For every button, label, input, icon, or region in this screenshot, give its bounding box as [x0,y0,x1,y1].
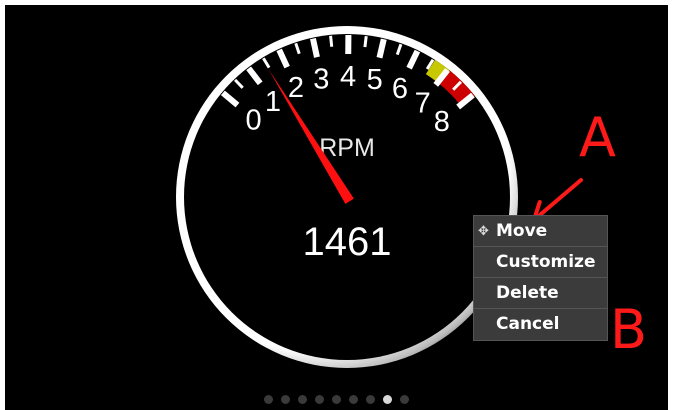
app-screen: 012345678 RPM 1461 ✥ Move Customize Dele… [5,5,668,410]
page-dot[interactable] [400,395,409,404]
rpm-gauge: 01 2 3 4 5 6 78 RPM 1461 [176,26,600,368]
context-menu: ✥ Move Customize Delete Cancel [473,215,608,341]
page-dot[interactable] [349,395,358,404]
gauge-scale-label: 0 [245,105,261,137]
gauge-scale-label: 5 [367,64,383,96]
gauge-scale-label: 4 [340,61,356,93]
menu-item-label: Move [496,221,548,241]
menu-item-label: Cancel [496,314,560,334]
gauge-scale-label: 2 [288,72,304,104]
page-dot[interactable] [298,395,307,404]
gauge-scale-label: 7 [415,87,431,119]
annotation-b: B [610,298,648,361]
page-indicator [5,395,668,404]
gauge-scale-label: 1 [265,86,281,118]
gauge-title: RPM [319,134,375,162]
move-icon: ✥ [478,224,489,239]
gauge-value: 1461 [303,220,392,264]
menu-item-label: Delete [496,283,559,303]
page-dot[interactable] [315,395,324,404]
menu-item-customize[interactable]: Customize [474,247,607,278]
menu-item-delete[interactable]: Delete [474,278,607,309]
page-dot[interactable] [332,395,341,404]
menu-item-cancel[interactable]: Cancel [474,309,607,340]
page-dot[interactable] [383,395,392,404]
gauge-minor-tick [329,35,334,47]
gauge-scale-label: 6 [392,73,408,105]
gauge-minor-tick [363,35,368,48]
page-dot[interactable] [281,395,290,404]
page-dot[interactable] [366,395,375,404]
gauge-major-tick [310,37,320,58]
menu-item-label: Customize [496,252,596,272]
gauge-scale-label: 8 [434,106,450,138]
annotation-a: A [579,106,616,169]
gauge-scale-label: 3 [313,64,329,96]
annotation-arrow-a [532,178,583,222]
menu-item-move[interactable]: ✥ Move [474,216,607,247]
page-dot[interactable] [264,395,273,404]
gauge-major-tick [376,38,387,59]
